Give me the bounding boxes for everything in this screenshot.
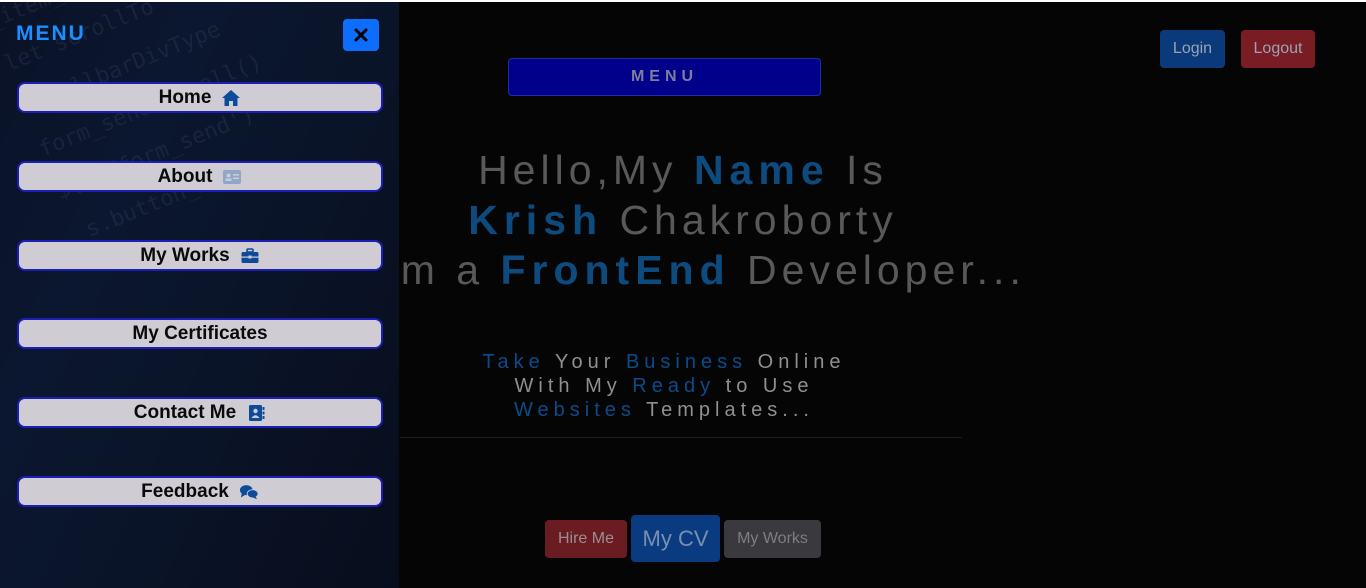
side-menu-title: MENU (16, 22, 86, 45)
sidebar-item-label: Feedback (141, 480, 229, 502)
my-works-button[interactable]: My Works (724, 520, 821, 558)
close-menu-button[interactable] (343, 19, 379, 51)
subtitle-text: Online (747, 351, 846, 373)
hero-text: Developer... (730, 247, 1026, 293)
login-button[interactable]: Login (1160, 30, 1225, 68)
sidebar-item-label: Contact Me (133, 401, 237, 423)
hero-highlight: Name (693, 147, 830, 193)
hero-highlight: Krish (468, 197, 604, 243)
subtitle-highlight: Business (625, 351, 748, 373)
menu-toggle-button[interactable]: MENU (508, 58, 821, 96)
logout-button[interactable]: Logout (1241, 30, 1315, 68)
subtitle-text: Your (544, 351, 626, 373)
sidebar-item-feedback[interactable]: Feedback (17, 476, 383, 507)
id-card-icon (222, 168, 242, 186)
subtitle-text: Templates... (635, 399, 814, 421)
sidebar-item-label: My Certificates (132, 322, 268, 344)
hire-me-button[interactable]: Hire Me (545, 520, 627, 558)
comments-icon (239, 483, 259, 501)
hero-highlight: FrontEnd (500, 247, 731, 293)
subtitle-line-2: With My Ready to Use (398, 374, 930, 398)
home-icon (221, 89, 241, 107)
briefcase-icon (240, 247, 260, 265)
hero-subtitle: Take Your Business Online With My Ready … (398, 350, 930, 422)
sidebar-item-label: Home (158, 86, 212, 108)
hero-text: Is (829, 147, 888, 193)
subtitle-highlight: Ready (632, 375, 716, 397)
sidebar-item-my-certificates[interactable]: My Certificates (17, 318, 383, 349)
subtitle-highlight: Websites (514, 399, 636, 421)
my-cv-button[interactable]: My CV (631, 515, 720, 562)
sidebar-item-about[interactable]: About (17, 161, 383, 192)
sidebar-item-label: My Works (140, 244, 230, 266)
close-icon (354, 28, 368, 42)
sidebar-item-contact-me[interactable]: Contact Me (17, 397, 383, 428)
contact-book-icon (246, 404, 266, 422)
sidebar-item-my-works[interactable]: My Works (17, 240, 383, 271)
subtitle-text: With My (514, 375, 633, 397)
hero-text: Hello,My (478, 147, 694, 193)
subtitle-text: to Use (715, 375, 814, 397)
subtitle-highlight: Take (482, 351, 545, 373)
side-menu: _item_a').click( let scrollTo = 200 scro… (0, 2, 399, 588)
subtitle-line-3: Websites Templates... (398, 398, 930, 422)
sidebar-item-label: About (157, 165, 213, 187)
sidebar-item-home[interactable]: Home (17, 82, 383, 113)
subtitle-line-1: Take Your Business Online (398, 350, 930, 374)
hero-text: Chakroborty (603, 197, 898, 243)
divider (400, 437, 962, 438)
